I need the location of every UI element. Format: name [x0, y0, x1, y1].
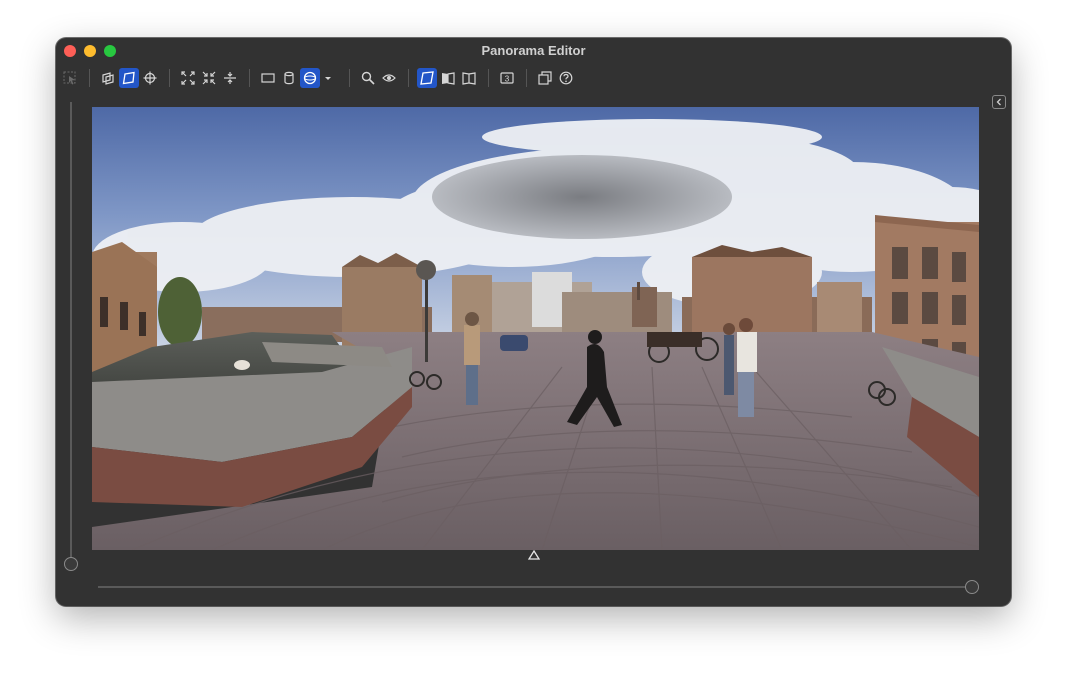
contract-arrows-icon	[202, 71, 216, 85]
rectangle-shape-button[interactable]	[258, 68, 278, 88]
three-d-badge-icon: 3	[500, 72, 514, 84]
rectangle-shape-icon	[261, 73, 275, 83]
zoom-icon	[361, 71, 375, 85]
half-view-button[interactable]	[438, 68, 458, 88]
eye-icon	[382, 74, 396, 82]
copy-layers-icon	[538, 71, 552, 85]
horizontal-slider-track[interactable]	[98, 586, 972, 588]
three-d-button[interactable]: 3	[497, 68, 517, 88]
sphere-shape-icon	[303, 71, 317, 85]
svg-text:3: 3	[505, 75, 510, 84]
triangle-up-icon	[528, 550, 540, 560]
title-bar[interactable]: Panorama Editor	[56, 38, 1011, 64]
vertical-compress-button[interactable]	[220, 68, 240, 88]
crosshair-icon	[143, 71, 157, 85]
help-button[interactable]	[556, 68, 576, 88]
sphere-shape-button[interactable]	[300, 68, 320, 88]
crosshair-button[interactable]	[140, 68, 160, 88]
zoom-button[interactable]	[358, 68, 378, 88]
panorama-viewer[interactable]	[92, 107, 979, 550]
panorama-editor-window: Panorama Editor 3	[56, 38, 1011, 606]
horizontal-slider-knob[interactable]	[965, 580, 979, 594]
book-view-icon	[462, 72, 476, 85]
plane-layers-icon	[102, 72, 114, 85]
shape-dropdown-button[interactable]	[321, 68, 335, 88]
select-tool-icon	[63, 71, 76, 85]
vertical-slider-knob[interactable]	[64, 557, 78, 571]
half-view-icon	[442, 72, 455, 85]
window-title: Panorama Editor	[481, 43, 586, 58]
copy-layers-button[interactable]	[535, 68, 555, 88]
expand-arrows-icon	[181, 71, 195, 85]
plane-layers-button[interactable]	[98, 68, 118, 88]
collapse-panel-button[interactable]	[992, 95, 1006, 109]
chevron-left-icon	[996, 98, 1001, 106]
expand-button[interactable]	[178, 68, 198, 88]
equirectangular-panorama-image	[92, 107, 979, 550]
vertical-slider-track[interactable]	[70, 102, 72, 560]
book-view-button[interactable]	[459, 68, 479, 88]
chevron-down-icon	[325, 77, 331, 80]
perspective-plane-icon	[122, 71, 135, 85]
cylinder-shape-button[interactable]	[279, 68, 299, 88]
vertical-compress-icon	[224, 72, 236, 84]
toolbar: 3	[56, 66, 1011, 96]
select-tool-button[interactable]	[60, 68, 80, 88]
flat-view-button[interactable]	[417, 68, 437, 88]
preview-button[interactable]	[379, 68, 399, 88]
perspective-plane-button[interactable]	[119, 68, 139, 88]
flat-view-icon	[420, 71, 434, 85]
cylinder-shape-icon	[284, 71, 294, 85]
contract-button[interactable]	[199, 68, 219, 88]
help-icon	[559, 71, 573, 85]
